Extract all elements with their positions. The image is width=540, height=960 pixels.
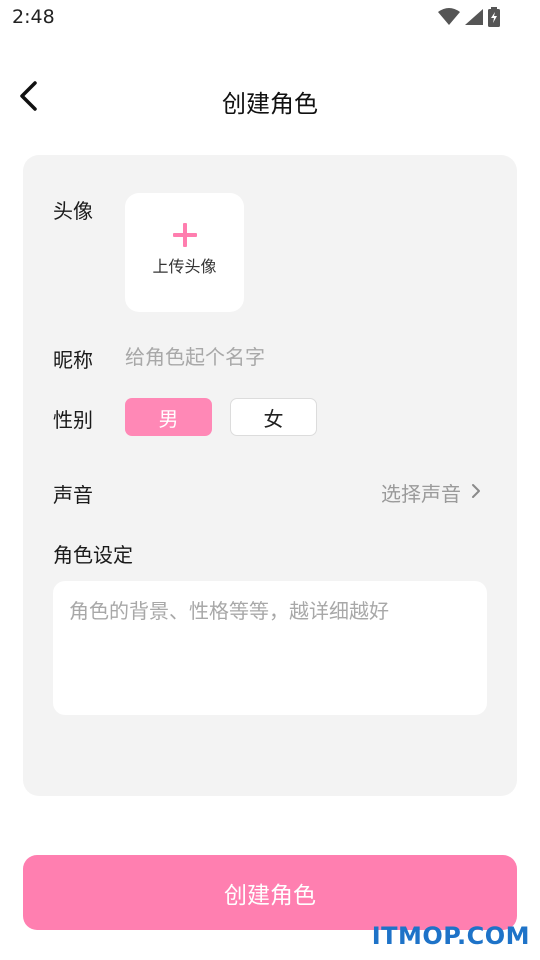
create-character-screen: 2:48 创建角色 头像 上传头像 昵称 性别 男 女 [0, 0, 540, 960]
status-icons [438, 7, 500, 31]
page-title: 创建角色 [222, 90, 318, 118]
avatar-upload-text: 上传头像 [152, 256, 217, 276]
form-card: 头像 上传头像 昵称 性别 男 女 声音 选择声音 角色设定 [23, 155, 517, 796]
status-time: 2:48 [12, 6, 55, 28]
gender-label: 性别 [53, 408, 93, 432]
voice-select[interactable]: 选择声音 [381, 478, 481, 507]
setting-textarea[interactable] [53, 581, 487, 715]
gender-male-button[interactable]: 男 [125, 398, 212, 436]
voice-select-text: 选择声音 [381, 482, 461, 506]
avatar-upload-button[interactable]: 上传头像 [125, 193, 244, 312]
status-bar: 2:48 [0, 0, 540, 36]
create-character-button[interactable]: 创建角色 [23, 855, 517, 930]
signal-icon [464, 8, 484, 30]
nickname-input[interactable] [125, 341, 485, 373]
gender-female-button[interactable]: 女 [230, 398, 317, 436]
watermark: ITMOP.COM [371, 922, 530, 950]
avatar-label: 头像 [53, 199, 93, 223]
setting-label: 角色设定 [53, 543, 133, 567]
nickname-label: 昵称 [53, 348, 93, 372]
voice-label: 声音 [53, 483, 93, 507]
chevron-right-icon [471, 483, 481, 503]
battery-icon [488, 7, 500, 31]
plus-icon [172, 222, 197, 247]
wifi-icon [438, 8, 460, 30]
